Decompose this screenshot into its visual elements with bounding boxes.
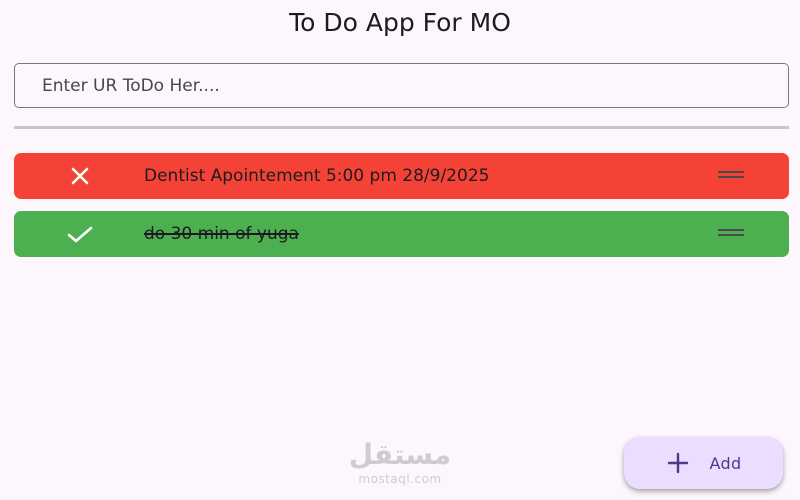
page-title: To Do App For MO [289,8,511,37]
watermark-logo: مستقل mostaql.com [345,438,455,486]
todo-item[interactable]: Dentist Apointement 5:00 pm 28/9/2025 [14,153,789,199]
todo-text: Dentist Apointement 5:00 pm 28/9/2025 [144,166,490,186]
check-icon [67,226,93,243]
watermark-arabic: مستقل [348,438,452,471]
drag-handle[interactable] [718,171,744,180]
watermark-latin: mostaql.com [358,472,442,486]
divider [14,126,789,129]
plus-icon [667,452,688,474]
drag-handle-icon [718,171,744,173]
complete-toggle[interactable] [66,220,94,248]
drag-handle[interactable] [718,229,744,238]
close-icon [71,167,89,185]
todo-input[interactable] [14,63,789,108]
delete-button[interactable] [66,162,94,190]
drag-handle-icon [718,229,744,231]
todo-text: do 30 min of yuga [144,224,299,244]
add-button-label: Add [709,453,742,473]
todo-item[interactable]: do 30 min of yuga [14,211,789,257]
todo-list: Dentist Apointement 5:00 pm 28/9/2025 do… [14,153,789,269]
add-button[interactable]: Add [624,437,783,489]
